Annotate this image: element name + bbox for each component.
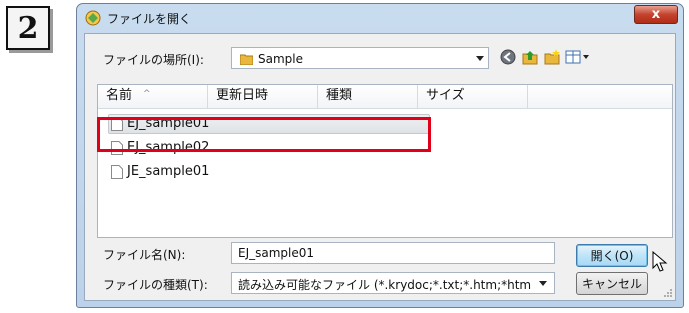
cancel-button[interactable]: キャンセル (576, 272, 648, 295)
open-file-dialog: ファイルを開く x ファイルの場所(I): Sample 名前 ^ 更新日時 種… (76, 3, 684, 308)
filetype-label: ファイルの種類(T): (103, 278, 208, 292)
chevron-down-icon (539, 281, 547, 286)
column-header-label: サイズ (426, 88, 465, 103)
location-combo[interactable]: Sample (231, 47, 489, 69)
filename-label: ファイル名(N): (103, 248, 186, 262)
list-item[interactable]: JE_sample01 (104, 162, 664, 182)
column-header-label: 名前 (106, 88, 133, 103)
filetype-select[interactable]: 読み込み可能なファイル (*.krydoc;*.txt;*.htm;*htm (231, 272, 555, 294)
new-folder-icon[interactable] (543, 48, 561, 66)
resize-grip-icon[interactable] (663, 288, 673, 298)
folder-icon (240, 54, 253, 65)
close-icon: x (651, 7, 661, 22)
dialog-title: ファイルを開く (107, 12, 192, 26)
location-value: Sample (258, 52, 303, 66)
step-number-badge: 2 (6, 6, 50, 50)
chevron-down-icon (476, 56, 484, 61)
document-icon (111, 165, 123, 179)
column-header-name[interactable]: 名前 ^ (98, 85, 208, 108)
column-header-label: 種類 (326, 88, 353, 103)
column-header-modified[interactable]: 更新日時 (208, 85, 318, 108)
title-bar[interactable]: ファイルを開く x (77, 4, 683, 32)
app-icon (85, 10, 101, 26)
filename-value: EJ_sample01 (238, 246, 315, 260)
mouse-cursor-icon (652, 251, 668, 272)
filename-input[interactable]: EJ_sample01 (231, 242, 555, 264)
close-button[interactable]: x (634, 5, 678, 24)
file-list[interactable]: 名前 ^ 更新日時 種類 サイズ EJ_sample01 EJ_sample02… (97, 84, 673, 238)
column-header-size[interactable]: サイズ (418, 85, 528, 108)
open-button[interactable]: 開く(O) (576, 244, 648, 267)
filetype-value: 読み込み可能なファイル (*.krydoc;*.txt;*.htm;*htm (238, 278, 532, 292)
back-icon[interactable] (499, 48, 517, 66)
view-menu-icon[interactable] (565, 48, 591, 66)
sort-ascending-icon: ^ (143, 89, 151, 99)
location-label: ファイルの場所(I): (103, 53, 204, 67)
dialog-client-area: ファイルの場所(I): Sample 名前 ^ 更新日時 種類 サイズ EJ_s… (84, 33, 676, 301)
column-header-label: 更新日時 (216, 88, 269, 103)
up-folder-icon[interactable] (521, 48, 539, 66)
annotation-highlight-box (97, 117, 431, 152)
list-header: 名前 ^ 更新日時 種類 サイズ (98, 85, 672, 109)
file-name: JE_sample01 (127, 164, 210, 179)
column-header-type[interactable]: 種類 (318, 85, 418, 108)
